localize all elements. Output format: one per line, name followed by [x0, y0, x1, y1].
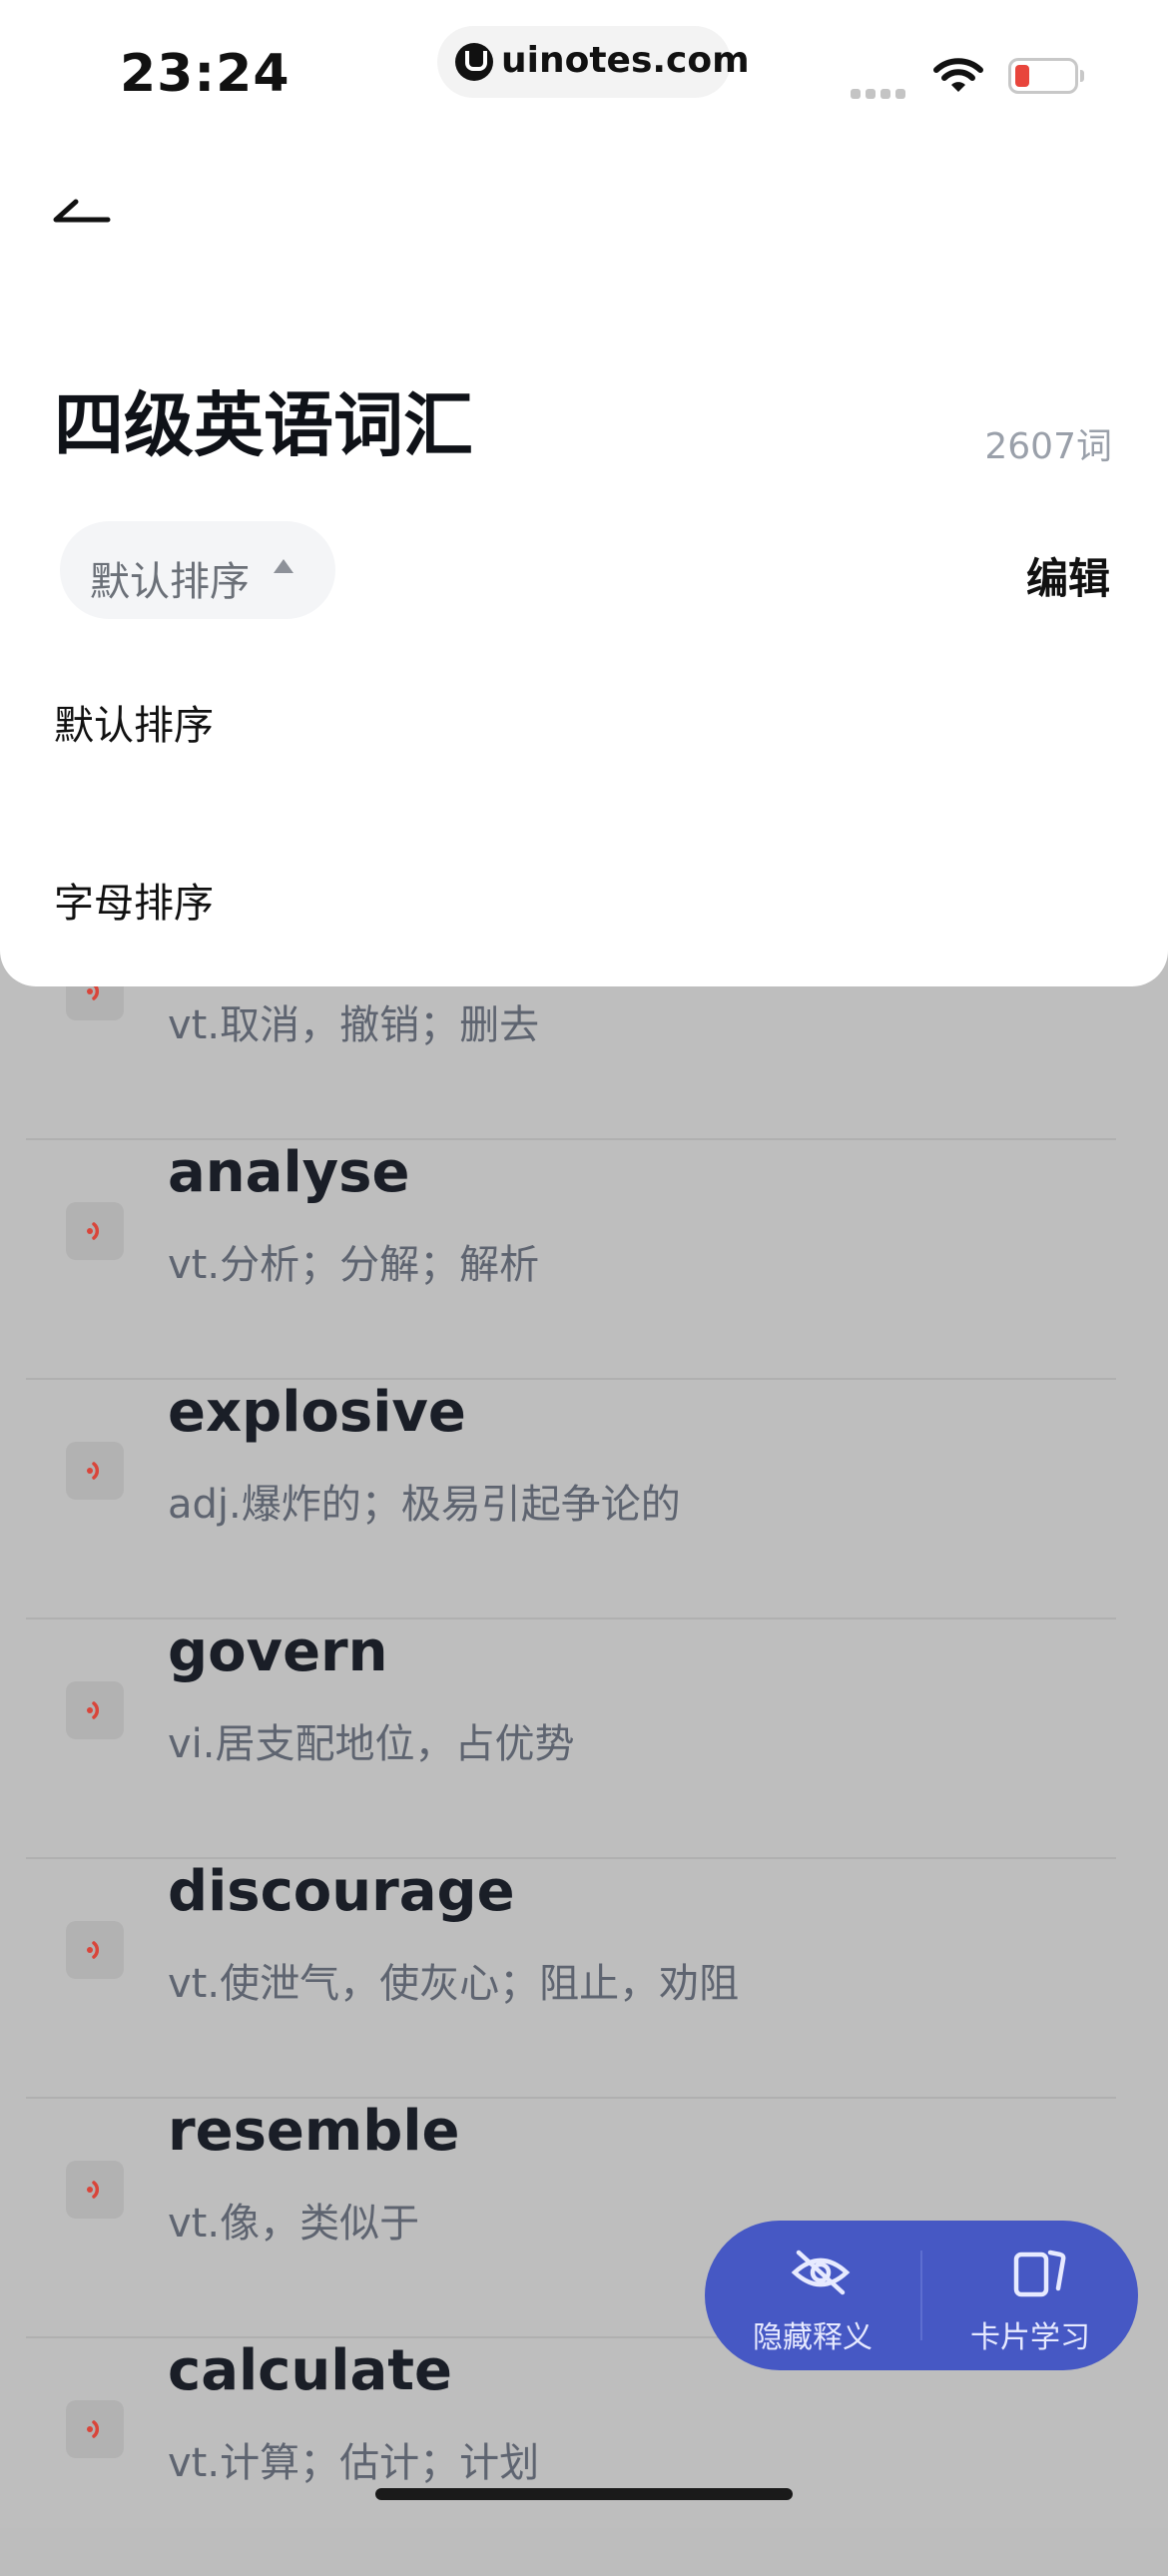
cellular-signal-icon — [851, 84, 910, 103]
eye-off-icon — [791, 2250, 851, 2295]
word-text: govern — [168, 1619, 388, 1684]
speaker-icon[interactable] — [66, 1442, 124, 1500]
url-pill[interactable]: uinotes.com — [437, 26, 750, 98]
list-item[interactable]: discourage vt.使泄气，使灰心；阻止，劝阻 — [26, 1857, 1116, 2099]
list-item[interactable]: calculate vt.计算；估计；计划 — [26, 2336, 1116, 2576]
page-title: 四级英语词汇 — [54, 384, 473, 466]
url-text: uinotes.com — [501, 40, 750, 81]
word-definition: vi.居支配地位，占优势 — [168, 1721, 575, 1767]
edit-button[interactable]: 编辑 — [1026, 545, 1110, 606]
word-text: calculate — [168, 2338, 452, 2403]
wifi-icon — [933, 58, 983, 92]
sort-selected-label: 默认排序 — [90, 559, 250, 605]
floating-action-bar: 隐藏释义 卡片学习 — [705, 2221, 1138, 2370]
speaker-icon[interactable] — [66, 1921, 124, 1979]
word-definition: vt.分析；分解；解析 — [168, 1242, 540, 1288]
speaker-icon[interactable] — [66, 2400, 124, 2458]
status-time: 23:24 — [120, 44, 291, 104]
hide-definition-button[interactable]: 隐藏释义 — [705, 2221, 920, 2370]
sort-dropdown[interactable]: 默认排序 — [60, 521, 335, 619]
caret-up-icon — [274, 559, 293, 573]
word-definition: vt.使泄气，使灰心；阻止，劝阻 — [168, 1961, 740, 2007]
battery-icon — [1008, 58, 1084, 94]
word-definition: vt.像，类似于 — [168, 2201, 420, 2247]
word-definition: adj.爆炸的；极易引起争论的 — [168, 1482, 681, 1528]
list-item[interactable]: explosive adj.爆炸的；极易引起争论的 — [26, 1378, 1116, 1619]
card-study-button[interactable]: 卡片学习 — [922, 2221, 1138, 2370]
word-count: 2607词 — [984, 426, 1112, 467]
speaker-icon[interactable] — [66, 2161, 124, 2219]
word-text: explosive — [168, 1380, 466, 1445]
word-definition: vt.计算；估计；计划 — [168, 2440, 540, 2486]
hide-definition-label: 隐藏释义 — [753, 2320, 873, 2355]
word-definition: vt.取消，撤销；删去 — [168, 1002, 540, 1048]
word-text: analyse — [168, 1140, 410, 1205]
sort-option-alphabetical[interactable]: 字母排序 — [54, 871, 214, 929]
word-text: discourage — [168, 1859, 515, 1924]
header-sheet: 23:24 uinotes.com 四级英语词汇 2607词 默认排序 编辑 默… — [0, 0, 1168, 986]
home-indicator — [375, 2488, 793, 2500]
back-arrow-icon[interactable] — [52, 196, 112, 236]
speaker-icon[interactable] — [66, 1681, 124, 1739]
word-text: resemble — [168, 2099, 460, 2164]
list-item[interactable]: govern vi.居支配地位，占优势 — [26, 1617, 1116, 1859]
site-logo-icon — [455, 43, 493, 81]
sort-option-default[interactable]: 默认排序 — [54, 693, 214, 751]
card-study-label: 卡片学习 — [970, 2320, 1090, 2355]
cards-icon — [1013, 2250, 1066, 2297]
list-item[interactable]: analyse vt.分析；分解；解析 — [26, 1138, 1116, 1380]
speaker-icon[interactable] — [66, 1202, 124, 1260]
